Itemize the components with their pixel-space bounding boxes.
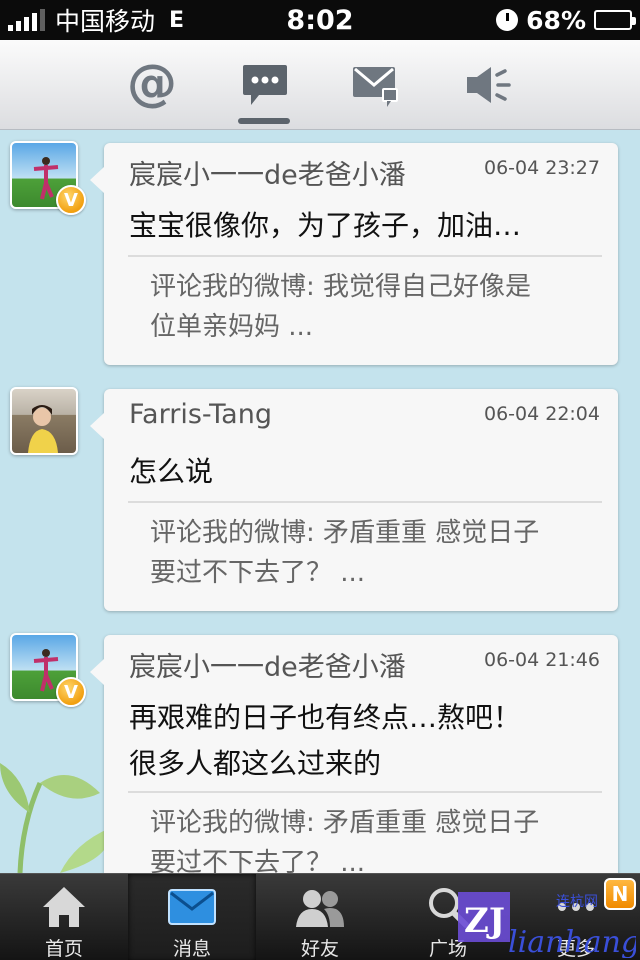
quoted-post[interactable]: 评论我的微博: 矛盾重重 感觉日子 要过不下去了？ ... (150, 513, 596, 593)
mentions-tab[interactable]: @ (102, 40, 202, 130)
signal-strength-icon (8, 9, 45, 31)
tab-label: 更多 (556, 938, 595, 960)
comment-text: 宝宝很像你，为了孩子，加油… (129, 209, 522, 242)
tab-label: 消息 (172, 938, 211, 960)
comment-author[interactable]: 宸宸小一一de老爸小潘 (129, 153, 406, 192)
divider (128, 791, 602, 793)
comments-list[interactable]: V 宸宸小一一de老爸小潘 06-04 23:27 宝宝很像你，为了孩子，加油…… (0, 131, 640, 873)
quoted-post-line: 要过不下去了？ ... (150, 848, 366, 873)
comment-card[interactable]: 宸宸小一一de老爸小潘 06-04 23:27 宝宝很像你，为了孩子，加油… 评… (90, 143, 618, 365)
comments-tab[interactable] (215, 40, 315, 130)
tab-label: 首页 (44, 938, 83, 960)
avatar[interactable] (10, 387, 78, 455)
search-icon (429, 888, 469, 928)
status-bar: 中国移动 E 8:02 68% (0, 0, 640, 40)
tab-label: 广场 (428, 938, 467, 960)
speaker-icon (467, 67, 511, 103)
quoted-post-line: 评论我的微博: 矛盾重重 感觉日子 (150, 808, 540, 838)
envelope-icon (353, 67, 398, 107)
comment-text-line: 再艰难的日子也有终点…熬吧！ (129, 701, 522, 734)
bottom-tab-bar: 首页 消息 好友 广场 更多 N (0, 873, 640, 960)
verified-badge-icon: V (56, 677, 86, 707)
tab-more[interactable]: 更多 N (512, 874, 640, 960)
tab-square[interactable]: 广场 (384, 874, 512, 960)
person-photo (28, 405, 58, 453)
comment-time: 06-04 21:46 (483, 649, 600, 671)
tab-messages[interactable]: 消息 (128, 874, 256, 960)
home-icon (43, 887, 85, 927)
divider (128, 501, 602, 503)
divider (128, 255, 602, 257)
friends-icon (296, 890, 344, 927)
quoted-post-line: 评论我的微博: 我觉得自己好像是 (150, 272, 532, 302)
comment-card[interactable]: 宸宸小一一de老爸小潘 06-04 21:46 再艰难的日子也有终点…熬吧！ 很… (90, 635, 618, 873)
comment-text: 怎么说 (129, 455, 214, 488)
comment-author[interactable]: Farris-Tang (129, 399, 272, 430)
tab-home[interactable]: 首页 (0, 874, 128, 960)
quoted-post-line: 评论我的微博: 矛盾重重 感觉日子 (150, 518, 540, 548)
at-icon: @ (127, 54, 177, 112)
verified-badge-icon: V (56, 185, 86, 215)
network-type: E (169, 7, 185, 33)
quoted-post-line: 位单亲妈妈 ... (150, 312, 314, 342)
comment-bubble-icon (243, 65, 287, 105)
comment-time: 06-04 22:04 (483, 403, 600, 425)
quoted-post[interactable]: 评论我的微博: 矛盾重重 感觉日子 要过不下去了？ ... (150, 803, 596, 873)
alarm-clock-icon (496, 9, 519, 31)
comment-time: 06-04 23:27 (483, 157, 600, 179)
comment-author[interactable]: 宸宸小一一de老爸小潘 (129, 645, 406, 684)
message-type-toolbar: @ (0, 40, 640, 130)
battery-icon (594, 10, 636, 30)
tab-friends[interactable]: 好友 (256, 874, 384, 960)
more-icon (558, 903, 594, 911)
selected-tab-indicator (238, 118, 290, 124)
tab-label: 好友 (300, 938, 339, 960)
new-badge: N (604, 878, 636, 910)
envelope-icon (168, 889, 216, 925)
notifications-tab[interactable] (438, 40, 538, 130)
comment-card[interactable]: Farris-Tang 06-04 22:04 怎么说 评论我的微博: 矛盾重重… (90, 389, 618, 611)
carrier-name: 中国移动 (55, 7, 156, 36)
battery-percentage: 68% (526, 5, 586, 35)
direct-messages-tab[interactable] (326, 40, 426, 130)
quoted-post[interactable]: 评论我的微博: 我觉得自己好像是 位单亲妈妈 ... (150, 267, 596, 347)
quoted-post-line: 要过不下去了？ ... (150, 558, 366, 588)
comment-text: 再艰难的日子也有终点…熬吧！ 很多人都这么过来的 (129, 695, 598, 787)
comment-text-line: 很多人都这么过来的 (129, 747, 382, 780)
